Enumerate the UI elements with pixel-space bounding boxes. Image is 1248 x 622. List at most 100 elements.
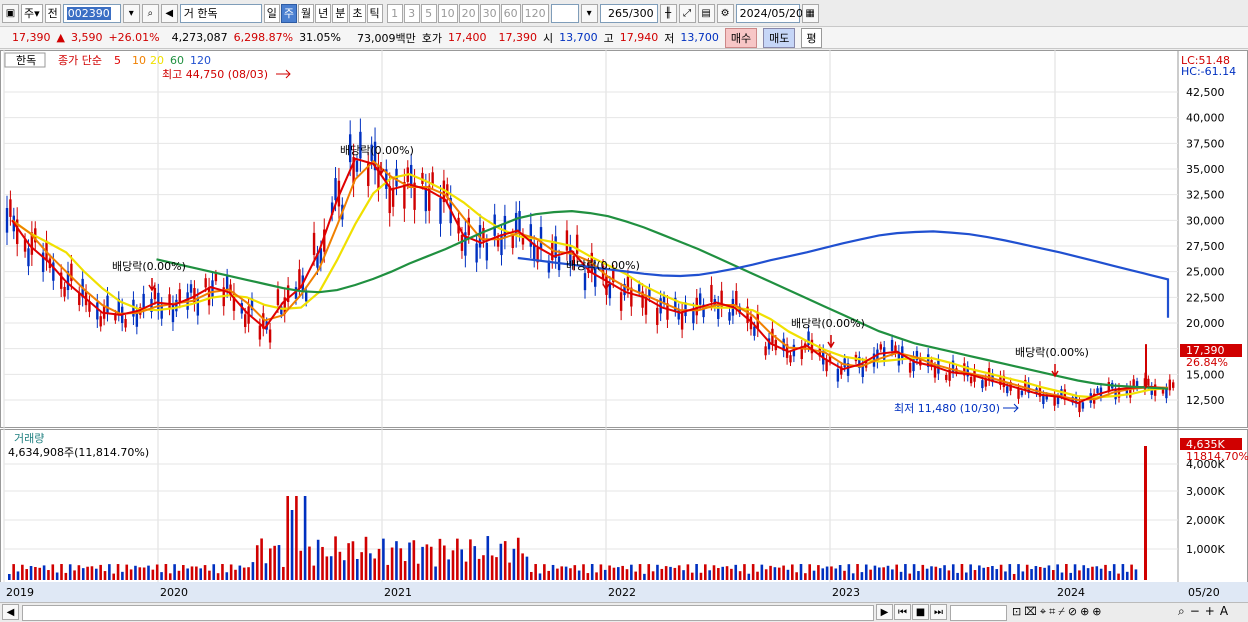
candle-body bbox=[5, 208, 9, 233]
prev-button[interactable]: 전 bbox=[44, 3, 61, 23]
volume-bar bbox=[351, 541, 355, 580]
period-tab-5[interactable]: 초 bbox=[349, 3, 366, 23]
interval-dropdown-icon[interactable]: ▾ bbox=[580, 3, 598, 23]
calendar-icon[interactable]: ▦ bbox=[801, 3, 819, 23]
candle-body bbox=[1165, 388, 1168, 399]
volume-bar bbox=[134, 565, 137, 580]
stock-chart[interactable]: 2019 2020 2021 2022 2023 2024 05/20 42,500 40,00… bbox=[0, 50, 1248, 602]
volume-bar bbox=[282, 566, 285, 580]
market-select-label: 주 bbox=[24, 7, 35, 20]
volume-bar bbox=[743, 564, 746, 580]
volume-bar bbox=[782, 565, 785, 580]
volume-bar bbox=[1091, 566, 1094, 580]
dropdown-icon[interactable]: ▾ bbox=[122, 3, 140, 23]
sell-button[interactable]: 매도 bbox=[763, 27, 796, 48]
period-tab-4[interactable]: 분 bbox=[332, 3, 349, 23]
volume-bar bbox=[347, 543, 350, 580]
volume-bar bbox=[334, 536, 337, 580]
zoom-slider[interactable] bbox=[950, 605, 1007, 621]
save-icon[interactable]: ▤ bbox=[697, 3, 715, 23]
interval-button-30[interactable]: 30 bbox=[479, 3, 500, 23]
interval-button-10[interactable]: 10 bbox=[437, 3, 458, 23]
volume-bar bbox=[651, 571, 655, 580]
candle-body bbox=[189, 284, 193, 293]
chart-settings-icon[interactable]: ▣ bbox=[2, 3, 19, 23]
volume-bar bbox=[969, 564, 972, 580]
candle-body bbox=[153, 288, 157, 300]
candle-body bbox=[698, 293, 702, 305]
stock-name-field[interactable]: 거 한독 bbox=[179, 3, 262, 23]
volume-bar bbox=[882, 567, 885, 580]
candle-body bbox=[211, 280, 214, 298]
count-input[interactable]: 265/300 bbox=[599, 3, 658, 23]
volume-bar bbox=[255, 545, 259, 580]
y-tick-2: 37,500 bbox=[1186, 137, 1225, 150]
scroll-left-icon[interactable]: ◀ bbox=[2, 604, 19, 620]
x-tick-current: 05/20 bbox=[1188, 586, 1220, 599]
volume-bar bbox=[847, 564, 851, 580]
interval-button-120[interactable]: 120 bbox=[521, 3, 549, 23]
candle-body bbox=[1107, 381, 1111, 392]
candle-body bbox=[1168, 379, 1171, 391]
quote-bar: 17,390 ▲ 3,590 +26.01% 4,273,087 6,298.8… bbox=[0, 27, 1248, 49]
candle-body bbox=[27, 248, 30, 267]
stop-icon[interactable]: ■ bbox=[912, 604, 929, 620]
speaker-icon[interactable]: ◀ bbox=[160, 3, 178, 23]
market-select[interactable]: 주 ▾ bbox=[21, 3, 43, 23]
volume-bar bbox=[286, 496, 289, 580]
volume-bar bbox=[730, 568, 733, 580]
volume-title: 거래량 bbox=[14, 432, 44, 445]
zoom-tools[interactable]: ⌕−+A bbox=[1178, 604, 1233, 619]
volume-bar bbox=[577, 570, 581, 580]
volume-bar bbox=[656, 564, 659, 580]
chart-scrollbar[interactable] bbox=[22, 605, 874, 621]
volume-bar bbox=[682, 570, 685, 580]
forward-icon[interactable]: ⏭ bbox=[930, 604, 947, 620]
interval-button-3[interactable]: 3 bbox=[403, 3, 420, 23]
volume-bar bbox=[1069, 572, 1072, 580]
period-tab-0[interactable]: 일 bbox=[263, 3, 280, 23]
interval-custom-input[interactable] bbox=[550, 3, 579, 23]
interval-button-20[interactable]: 20 bbox=[458, 3, 479, 23]
date-input[interactable]: 2024/05/20 bbox=[735, 3, 804, 23]
drawing-tools[interactable]: ⊡⌧⌖⌗⌿⊘⊕⊕ bbox=[1012, 605, 1105, 619]
volume-bar bbox=[669, 566, 672, 580]
crosshair-icon[interactable]: ⤢ bbox=[678, 3, 696, 23]
volume-bar bbox=[643, 573, 646, 580]
interval-button-5[interactable]: 5 bbox=[420, 3, 437, 23]
candle-body bbox=[298, 269, 301, 289]
candle-icon[interactable]: ╫ bbox=[659, 3, 677, 23]
interval-button-60[interactable]: 60 bbox=[500, 3, 521, 23]
stock-code-input[interactable]: 002390 bbox=[62, 3, 121, 23]
volume-bar bbox=[90, 566, 94, 580]
volume-bar bbox=[177, 570, 181, 580]
chart-area[interactable]: 2019 2020 2021 2022 2023 2024 05/20 42,500 40,00… bbox=[0, 50, 1248, 602]
volume-bar bbox=[556, 568, 559, 580]
gear-icon[interactable]: ⚙ bbox=[716, 3, 734, 23]
volume-bar bbox=[77, 565, 81, 580]
volume-bar bbox=[869, 569, 872, 580]
volume-bar bbox=[599, 564, 603, 580]
volume-bar bbox=[425, 544, 429, 580]
volume-bar bbox=[312, 565, 316, 580]
period-tab-1[interactable]: 주 bbox=[280, 3, 298, 23]
volume-bar bbox=[260, 538, 263, 580]
buy-button[interactable]: 매수 bbox=[724, 27, 758, 48]
volume-bar bbox=[138, 567, 142, 580]
volume-bar bbox=[173, 564, 176, 580]
rewind-icon[interactable]: ⏮ bbox=[894, 604, 911, 620]
period-tab-6[interactable]: 틱 bbox=[366, 3, 383, 23]
volume-bar bbox=[690, 572, 694, 580]
search-icon[interactable]: ⌕ bbox=[141, 3, 159, 23]
volume-bar bbox=[412, 540, 416, 580]
period-tab-2[interactable]: 월 bbox=[298, 3, 315, 23]
period-tab-3[interactable]: 년 bbox=[315, 3, 332, 23]
volume-bar bbox=[403, 561, 407, 580]
volume-bar bbox=[290, 510, 294, 580]
volume-bar bbox=[112, 573, 115, 580]
interval-button-1[interactable]: 1 bbox=[386, 3, 403, 23]
volume-bar bbox=[612, 567, 616, 580]
date-value: 2024/05/20 bbox=[739, 6, 804, 20]
avg-button[interactable]: 평 bbox=[801, 27, 822, 48]
scroll-right-icon[interactable]: ▶ bbox=[876, 604, 893, 620]
